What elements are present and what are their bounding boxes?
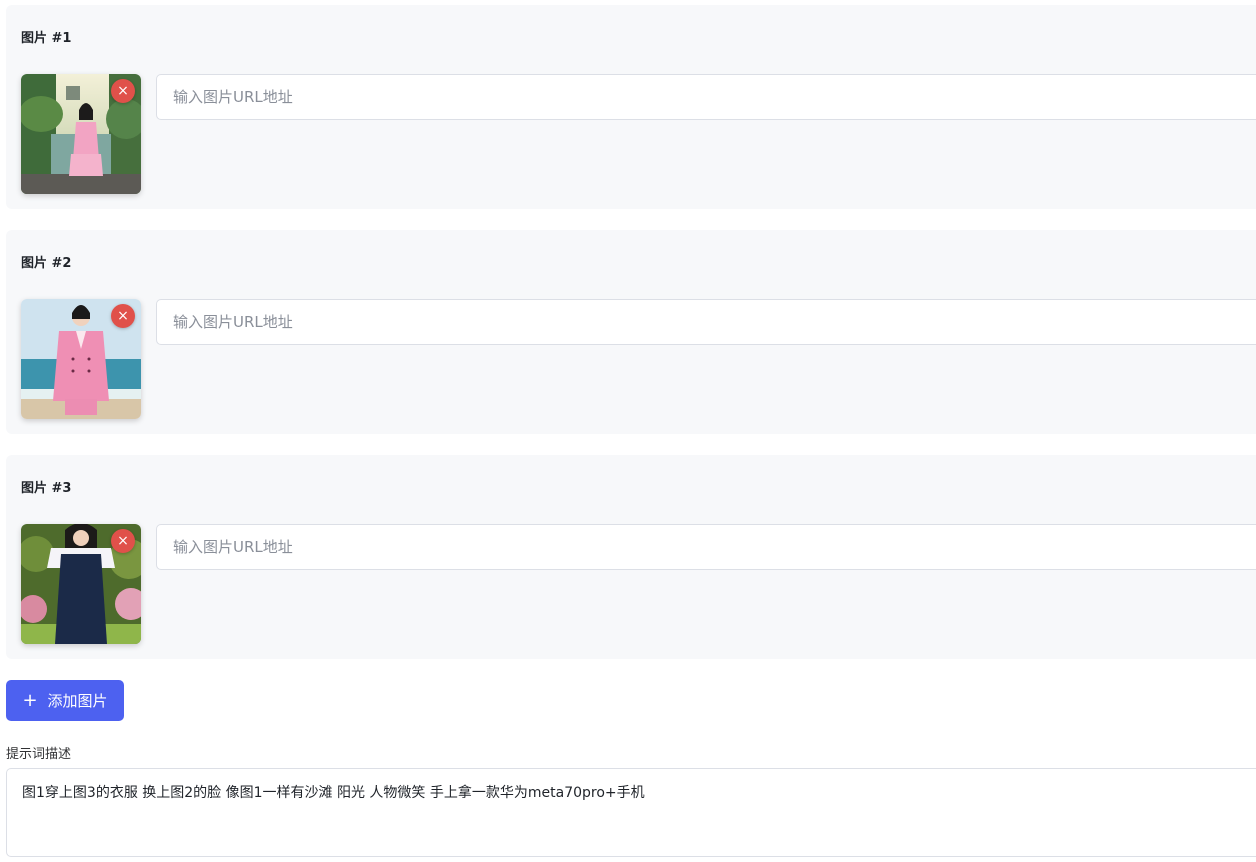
image-editor-form: 图片 #1 × 输入图片URL地址 图片 #2 × 输入图片URL地址 图片 #… [0,0,1256,862]
image-card-title: 图片 #2 [21,256,72,271]
image-card-3: 图片 #3 × [6,455,1256,659]
image-url-input[interactable] [156,299,1256,345]
image-url-input[interactable] [156,74,1256,120]
prompt-label: 提示词描述 [6,747,72,762]
plus-icon: + [22,689,38,711]
remove-image-button[interactable]: × [111,529,135,553]
image-card-1: 图片 #1 × 输入图片URL地址 [6,5,1256,209]
image-card-title: 图片 #1 [21,31,72,46]
image-card-title: 图片 #3 [21,481,72,496]
remove-image-button[interactable]: × [111,79,135,103]
prompt-textarea[interactable]: 图1穿上图3的衣服 换上图2的脸 像图1一样有沙滩 阳光 人物微笑 手上拿一款华… [6,768,1256,857]
remove-image-button[interactable]: × [111,304,135,328]
image-url-input[interactable] [156,524,1256,570]
image-card-2: 图片 #2 × [6,230,1256,434]
add-image-button[interactable]: + 添加图片 [6,680,124,721]
add-image-label: 添加图片 [47,692,108,710]
